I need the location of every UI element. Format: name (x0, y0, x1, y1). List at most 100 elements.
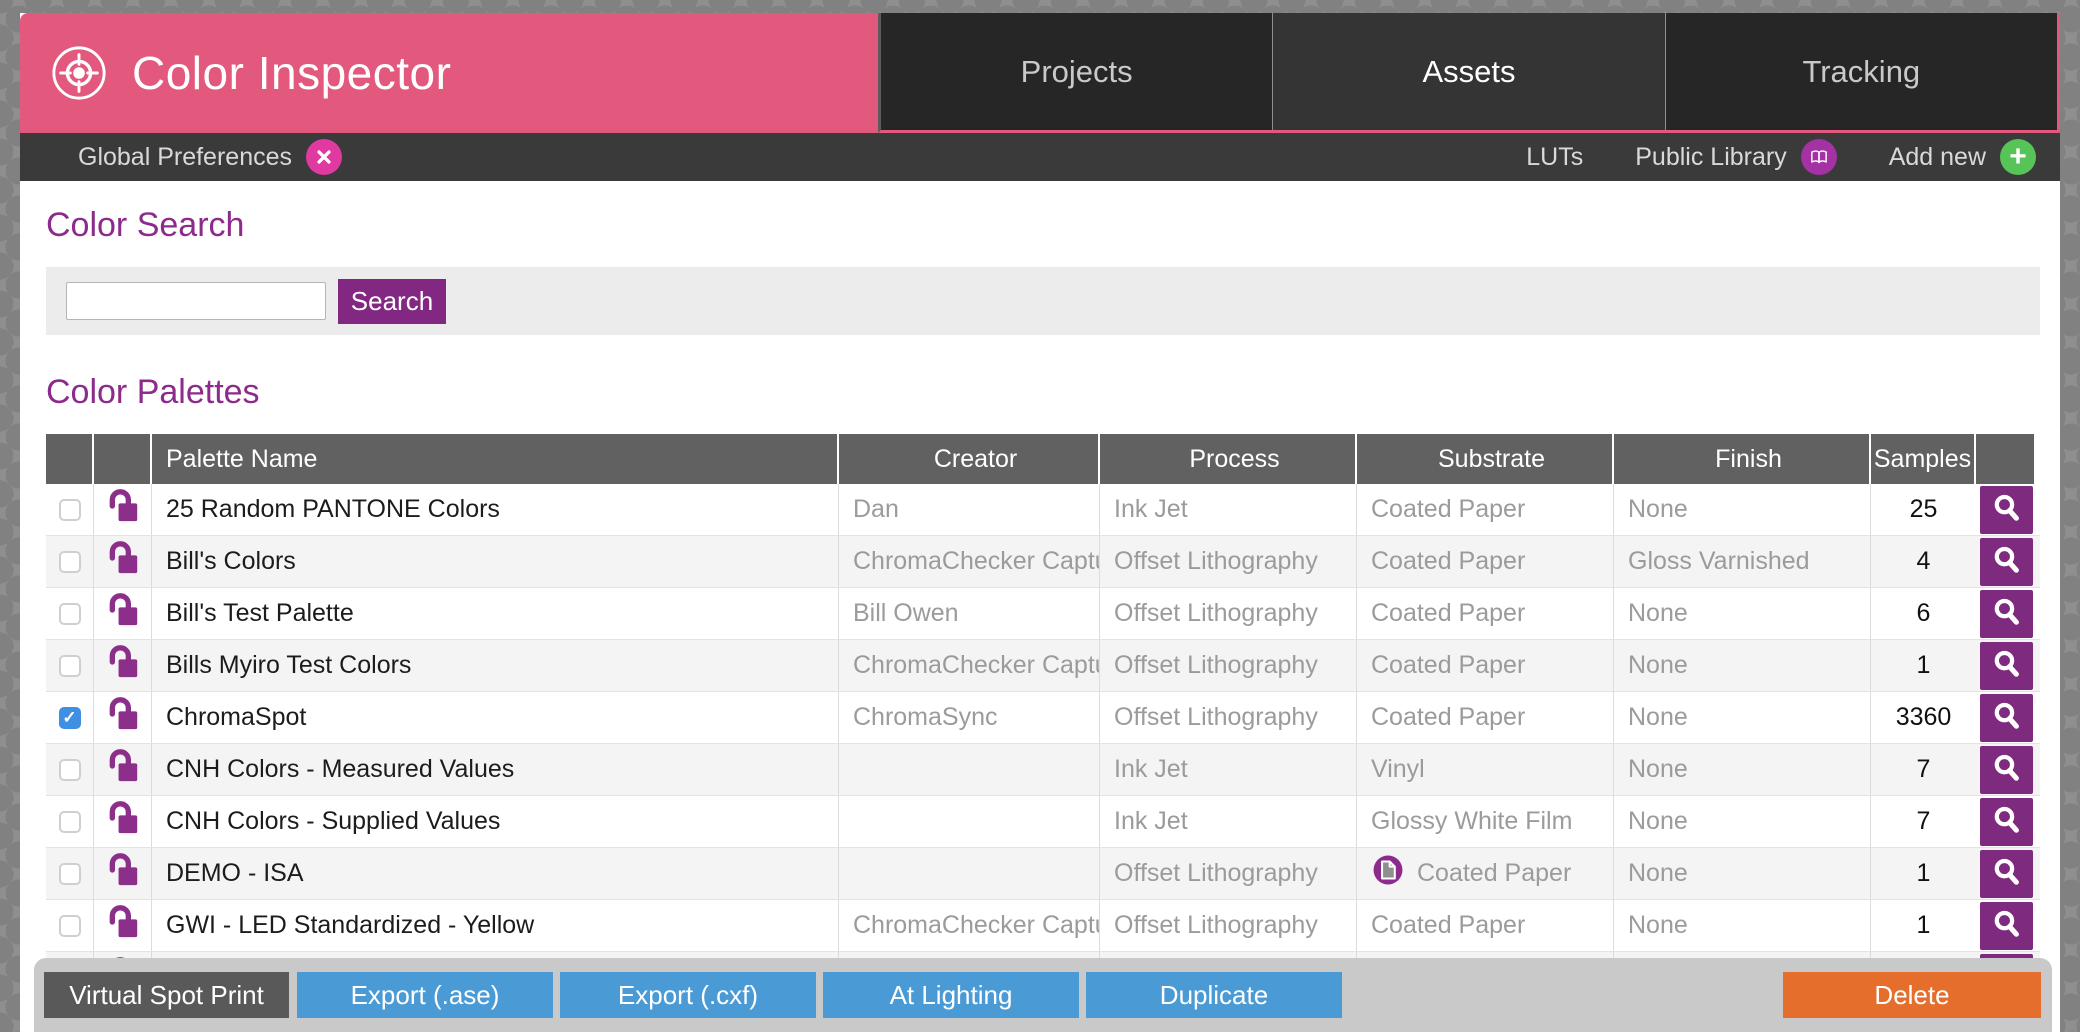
row-actions-cell (1976, 640, 2034, 691)
row-actions-cell (1976, 796, 2034, 847)
substrate-cell: Coated Paper (1357, 640, 1614, 691)
delete-button[interactable]: Delete (1783, 972, 2041, 1018)
row-lock-cell (94, 848, 152, 899)
samples-cell: 25 (1871, 484, 1976, 535)
inspect-palette-button[interactable] (1980, 798, 2033, 846)
palette-name-cell: ChromaSpot (152, 692, 839, 743)
inspect-palette-button[interactable] (1980, 694, 2033, 742)
book-icon[interactable] (1801, 139, 1837, 175)
lock-open-icon[interactable] (107, 644, 139, 687)
target-icon (50, 44, 108, 102)
table-header-sub: Substrate (1357, 434, 1614, 484)
main-content: Color Search Search Color Palettes Palet… (20, 206, 2060, 1004)
creator-cell (839, 848, 1100, 899)
palette-name-cell: GWI - LED Standardized - Yellow (152, 900, 839, 951)
process-cell: Ink Jet (1100, 796, 1357, 847)
app-root: Color Inspector ProjectsAssetsTracking G… (0, 0, 2080, 1032)
app-header: Color Inspector ProjectsAssetsTracking (20, 13, 2060, 133)
finish-cell: None (1614, 640, 1871, 691)
inspect-palette-button[interactable] (1980, 850, 2033, 898)
virtual-spot-print-button[interactable]: Virtual Spot Print (44, 972, 289, 1018)
main-tabs: ProjectsAssetsTracking (878, 13, 2060, 133)
substrate-cell: Coated Paper (1357, 848, 1614, 899)
finish-cell: None (1614, 692, 1871, 743)
add-new-link[interactable]: Add new + (1889, 139, 2036, 175)
magnifier-icon (1990, 595, 2024, 632)
plus-icon[interactable]: + (2000, 139, 2036, 175)
row-checkbox[interactable] (59, 551, 81, 573)
process-cell: Offset Lithography (1100, 848, 1357, 899)
row-lock-cell (94, 484, 152, 535)
creator-cell (839, 796, 1100, 847)
magnifier-icon (1990, 751, 2024, 788)
process-cell: Offset Lithography (1100, 588, 1357, 639)
substrate-cell: Vinyl (1357, 744, 1614, 795)
inspect-palette-button[interactable] (1980, 538, 2033, 586)
luts-link[interactable]: LUTs (1526, 143, 1583, 172)
search-input[interactable] (66, 282, 326, 320)
lock-open-icon[interactable] (107, 540, 139, 583)
row-checkbox-checked[interactable] (59, 707, 81, 729)
lock-open-icon[interactable] (107, 904, 139, 947)
creator-cell: ChromaChecker Capture (839, 536, 1100, 587)
lock-open-icon[interactable] (107, 748, 139, 791)
at-lighting-button[interactable]: At Lighting (823, 972, 1079, 1018)
tab-assets[interactable]: Assets (1273, 13, 1665, 130)
row-actions-cell (1976, 484, 2034, 535)
row-checkbox-cell (46, 744, 94, 795)
inspect-palette-button[interactable] (1980, 746, 2033, 794)
inspect-palette-button[interactable] (1980, 590, 2033, 638)
lock-open-icon[interactable] (107, 592, 139, 635)
lock-open-icon[interactable] (107, 852, 139, 895)
tools-icon[interactable] (306, 139, 342, 175)
global-preferences-link[interactable]: Global Preferences (78, 139, 342, 175)
row-checkbox-cell (46, 848, 94, 899)
process-cell: Offset Lithography (1100, 900, 1357, 951)
creator-cell (839, 744, 1100, 795)
row-checkbox[interactable] (59, 499, 81, 521)
lock-open-icon[interactable] (107, 696, 139, 739)
row-checkbox[interactable] (59, 603, 81, 625)
inspect-palette-button[interactable] (1980, 642, 2033, 690)
substrate-cell: Coated Paper (1357, 484, 1614, 535)
finish-cell: None (1614, 484, 1871, 535)
palette-name-cell: CNH Colors - Measured Values (152, 744, 839, 795)
palette-name-cell: CNH Colors - Supplied Values (152, 796, 839, 847)
row-actions-cell (1976, 588, 2034, 639)
secondary-navbar: Global Preferences LUTs Public Library (20, 133, 2060, 181)
magnifier-icon (1990, 803, 2024, 840)
process-cell: Offset Lithography (1100, 692, 1357, 743)
table-row: GWI - LED Standardized - YellowChromaChe… (46, 900, 2040, 952)
row-checkbox[interactable] (59, 863, 81, 885)
samples-cell: 4 (1871, 536, 1976, 587)
row-checkbox-cell (46, 900, 94, 951)
tab-tracking[interactable]: Tracking (1666, 13, 2057, 130)
inspect-palette-button[interactable] (1980, 902, 2033, 950)
substrate-cell: Coated Paper (1357, 900, 1614, 951)
duplicate-button[interactable]: Duplicate (1086, 972, 1342, 1018)
magnifier-icon (1990, 907, 2024, 944)
tab-projects[interactable]: Projects (881, 13, 1273, 130)
table-header-cell-empty (94, 434, 152, 484)
creator-cell: ChromaChecker Capture (839, 900, 1100, 951)
lock-open-icon[interactable] (107, 488, 139, 531)
public-library-link[interactable]: Public Library (1635, 139, 1836, 175)
finish-cell: None (1614, 588, 1871, 639)
export-cxf-button[interactable]: Export (.cxf) (560, 972, 816, 1018)
row-lock-cell (94, 588, 152, 639)
row-checkbox[interactable] (59, 915, 81, 937)
row-actions-cell (1976, 692, 2034, 743)
search-button[interactable]: Search (338, 279, 446, 324)
table-header-row: Palette NameCreatorProcessSubstrateFinis… (46, 434, 2040, 484)
row-lock-cell (94, 692, 152, 743)
row-checkbox[interactable] (59, 811, 81, 833)
row-lock-cell (94, 536, 152, 587)
samples-cell: 1 (1871, 640, 1976, 691)
row-checkbox[interactable] (59, 655, 81, 677)
samples-cell: 7 (1871, 796, 1976, 847)
row-checkbox[interactable] (59, 759, 81, 781)
table-row: Bill's ColorsChromaChecker CaptureOffset… (46, 536, 2040, 588)
lock-open-icon[interactable] (107, 800, 139, 843)
export-ase-button[interactable]: Export (.ase) (297, 972, 553, 1018)
inspect-palette-button[interactable] (1980, 486, 2033, 534)
